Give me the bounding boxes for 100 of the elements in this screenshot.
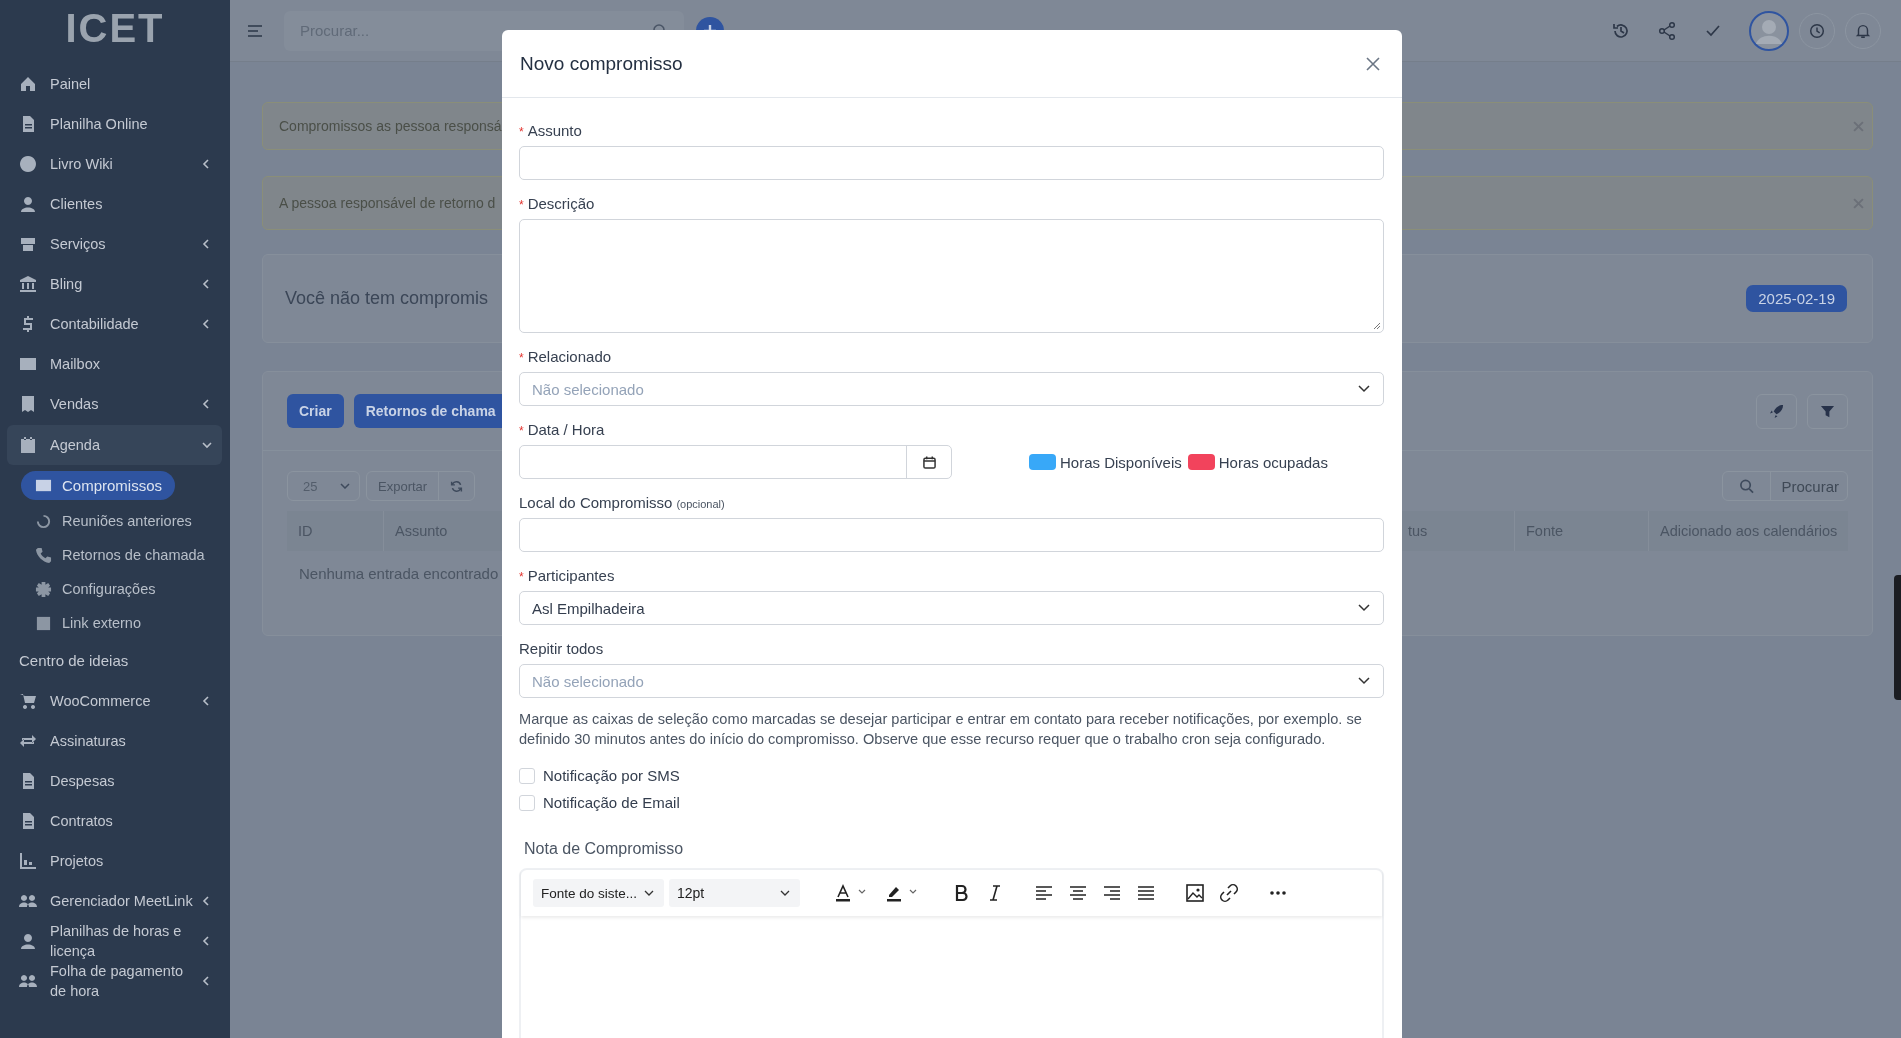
submenu-label: Link externo — [62, 615, 141, 631]
sidebar-label: WooCommerce — [50, 692, 152, 711]
field-label: Repitir todos — [519, 640, 604, 657]
sidebar-label: Planilhas de horas e licença — [50, 922, 183, 961]
chevron-icon — [1358, 385, 1370, 393]
search-placeholder: Procurar — [1780, 477, 1840, 495]
logo: ICET — [64, 4, 166, 52]
field-label: Local do Compromisso — [519, 494, 673, 511]
submenu-item[interactable]: Link externo — [0, 606, 230, 640]
select-value: Asl Empilhadeira — [532, 599, 645, 617]
share-icon[interactable] — [1657, 20, 1677, 41]
sidebar-label: Projetos — [50, 852, 105, 871]
refresh-icon — [450, 479, 464, 493]
input-field[interactable] — [519, 518, 1384, 552]
sidebar-item[interactable]: Planilha Online — [0, 104, 223, 144]
sidebar-item[interactable]: Livro Wiki — [0, 144, 223, 184]
required-mark: * — [519, 125, 524, 139]
sidebar-label: Vendas — [50, 395, 100, 414]
sidebar-item[interactable]: Bling — [0, 264, 223, 304]
date-input-field[interactable] — [519, 445, 952, 479]
sidebar-section[interactable]: Centro de ideias — [0, 640, 230, 681]
checkbox[interactable] — [519, 767, 535, 784]
sidebar-item[interactable]: Serviços — [0, 224, 223, 264]
sidebar-item[interactable]: Planilhas de horas e licença — [0, 921, 223, 961]
input-field[interactable] — [519, 146, 1384, 180]
font-size-select[interactable]: 12pt — [669, 879, 800, 907]
sidebar-label: Planilha Online — [50, 115, 149, 134]
alert-text: A pessoa responsável de retorno d — [279, 195, 496, 211]
action-button[interactable]: Criar — [287, 394, 344, 428]
submenu-label: Reuniões anteriores — [62, 513, 192, 529]
sidebar-item[interactable]: WooCommerce — [0, 681, 223, 721]
required-mark: * — [519, 424, 524, 438]
filter-button[interactable] — [1807, 393, 1848, 429]
menu-icon[interactable] — [248, 24, 262, 37]
field-label: Participantes — [527, 567, 615, 584]
editor-label: Nota de Compromisso — [524, 840, 685, 858]
submenu-item[interactable]: Reuniões anteriores — [0, 504, 230, 538]
align-right-icon[interactable] — [1102, 883, 1122, 903]
filter-icon — [1820, 403, 1835, 419]
close-icon[interactable] — [1366, 56, 1380, 71]
sidebar-item[interactable]: Painel — [0, 64, 223, 104]
sidebar-item[interactable]: Contabilidade — [0, 304, 223, 344]
field-label: Data / Hora — [527, 421, 605, 438]
chevron-icon — [1358, 677, 1370, 685]
bank-icon — [19, 275, 37, 293]
sidebar-label: Serviços — [50, 235, 107, 254]
sidebar-item[interactable]: Assinaturas — [0, 721, 223, 761]
resize-handle-icon[interactable] — [1373, 322, 1381, 330]
submenu-label: Retornos de chamada — [62, 547, 205, 563]
link-icon[interactable] — [1219, 883, 1239, 903]
calendar-icon — [922, 455, 936, 469]
sidebar-label: Agenda — [50, 436, 101, 455]
submenu-item[interactable]: Retornos de chamada — [0, 538, 230, 572]
sidebar-item[interactable]: Mailbox — [0, 344, 223, 384]
justify-icon[interactable] — [1136, 883, 1156, 903]
rich-text-editor[interactable]: Fonte do siste... 12pt — [519, 868, 1384, 1038]
sidebar-item[interactable]: Despesas — [0, 761, 223, 801]
checkbox-label: Notificação de Email — [543, 794, 680, 811]
help-text: Marque as caixas de seleção como marcadas se desejar participar e entrar em contato para receber notificações, por exemplo. se definido 30 minutos antes do início do compromisso. Observe que esse recurso requer que o trabalho cron seja configurado. — [519, 710, 1363, 749]
checkbox-label: Notificação por SMS — [543, 767, 680, 784]
sidebar-item[interactable]: Projetos — [0, 841, 223, 881]
sidebar-label: Clientes — [50, 195, 104, 214]
select-field[interactable]: Asl Empilhadeira — [519, 591, 1384, 625]
sidebar-label: Painel — [50, 75, 92, 94]
legend-label: Horas ocupadas — [1218, 453, 1328, 471]
legend-label: Horas Disponíveis — [1060, 453, 1182, 471]
people-icon — [19, 972, 37, 990]
submenu-label: Configurações — [62, 581, 156, 597]
receipt-icon — [19, 395, 37, 413]
image-icon[interactable] — [1185, 883, 1205, 903]
required-mark: * — [519, 570, 524, 584]
chevron-icon — [644, 890, 654, 896]
checkbox[interactable] — [519, 794, 535, 811]
chevron-icon — [340, 483, 350, 489]
select-placeholder: Não selecionado — [532, 380, 644, 398]
sidebar-item[interactable]: Folha de pagamento de hora — [0, 961, 223, 1001]
modal-title: Novo compromisso — [520, 52, 683, 75]
align-center-icon[interactable] — [1068, 883, 1088, 903]
rocket-icon — [1769, 403, 1784, 419]
field-label: Descrição — [527, 195, 595, 212]
clock-icon — [1808, 21, 1826, 40]
sidebar-item[interactable]: Agenda — [7, 425, 222, 465]
sidebar-item[interactable]: Vendas — [0, 384, 223, 424]
submenu-item[interactable]: Compromissos — [21, 471, 175, 500]
sidebar-item[interactable]: Contratos — [0, 801, 223, 841]
align-left-icon[interactable] — [1034, 883, 1054, 903]
alert-text: Compromissos as pessoa responsá — [279, 118, 502, 134]
summary-text: Você não tem compromis — [285, 288, 489, 309]
sidebar-item[interactable]: Clientes — [0, 184, 223, 224]
sidebar-label: Contabilidade — [50, 315, 140, 334]
person-icon — [19, 195, 37, 213]
avatar[interactable] — [1749, 10, 1789, 51]
field-label: Relacionado — [527, 348, 612, 365]
sidebar-item[interactable]: Gerenciador MeetLink — [0, 881, 223, 921]
rocket-button[interactable] — [1756, 393, 1797, 429]
sidebar-label: Despesas — [50, 772, 116, 791]
font-select[interactable]: Fonte do siste... — [533, 879, 664, 907]
submenu-item[interactable]: Configurações — [0, 572, 230, 606]
person-icon — [19, 932, 37, 950]
optional-note: (opcional) — [676, 498, 725, 510]
